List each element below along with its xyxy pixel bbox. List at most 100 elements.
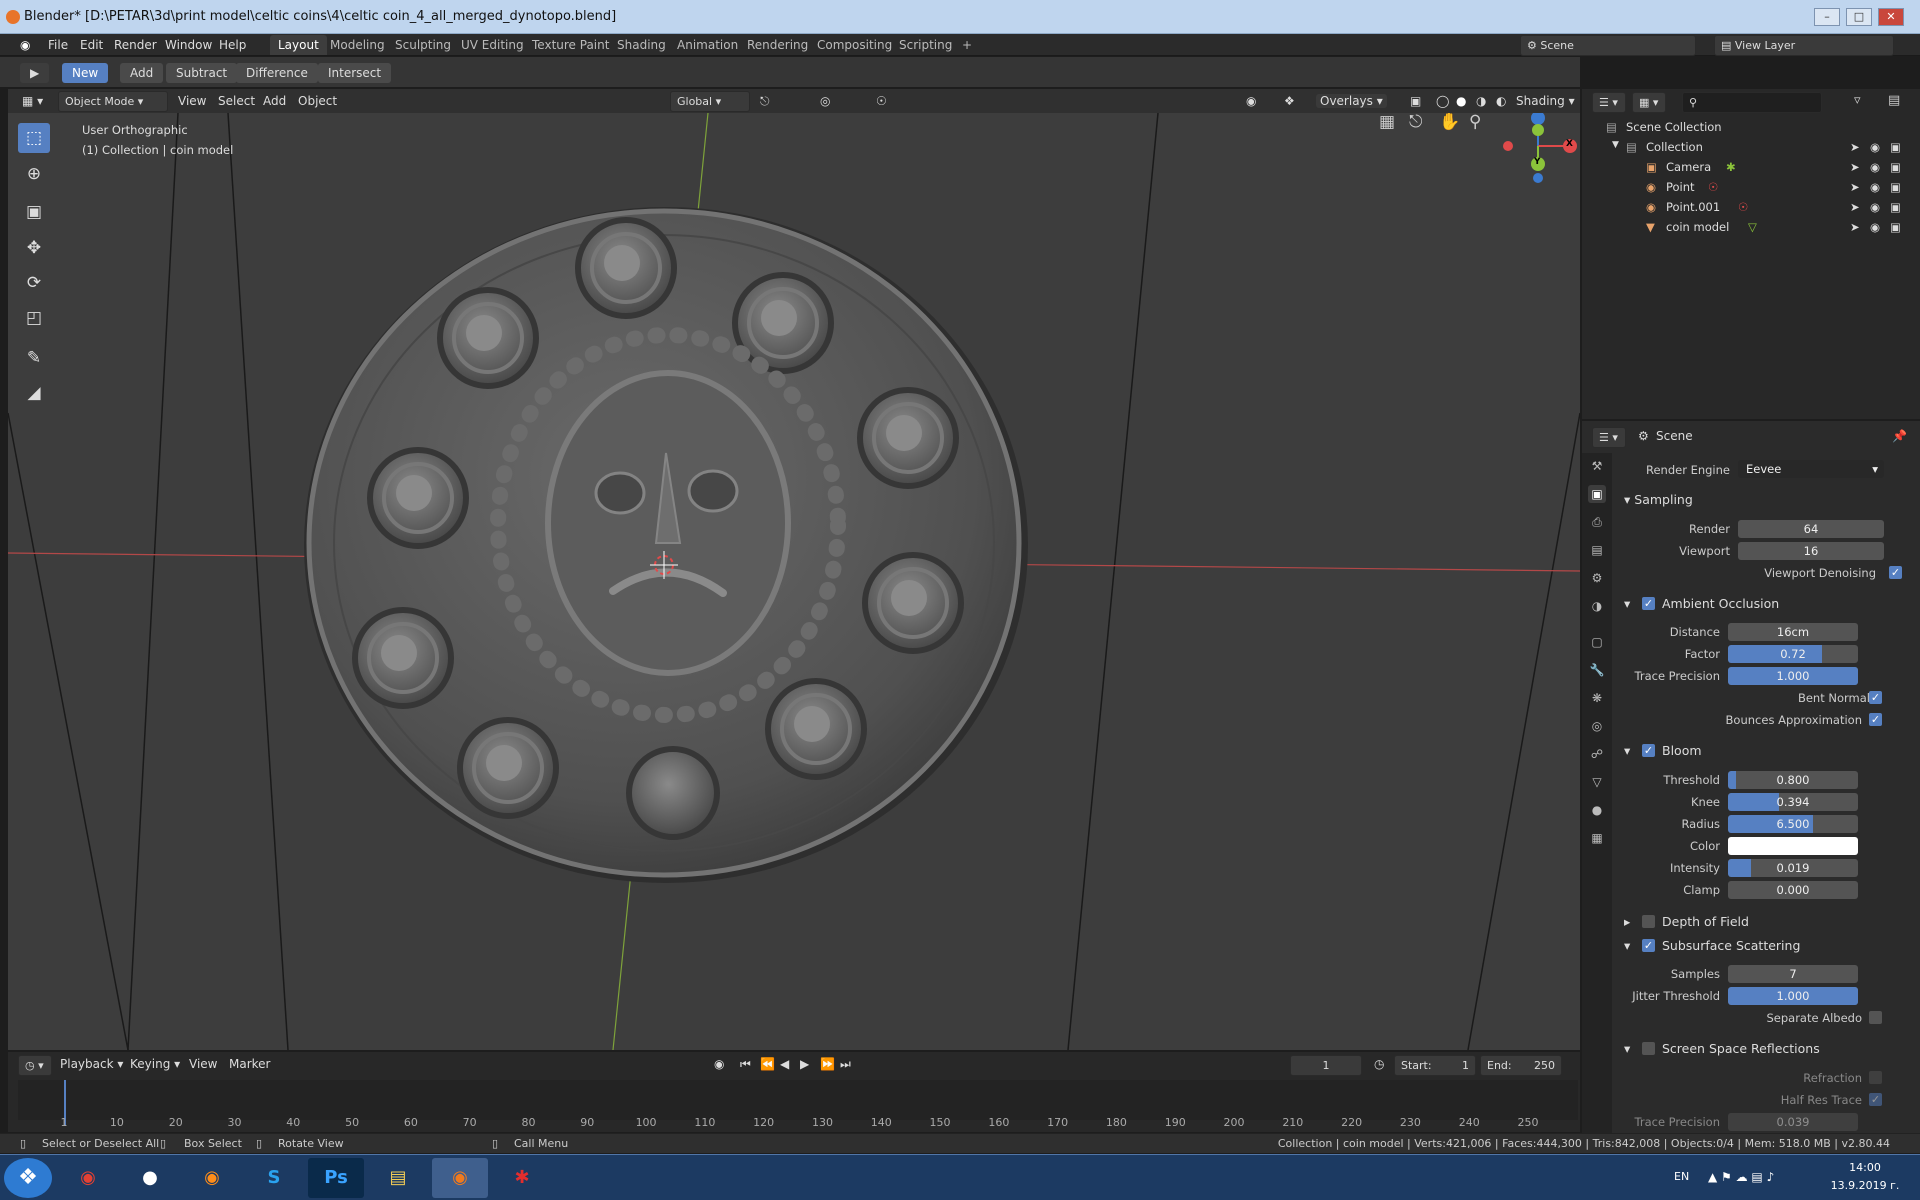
eye-icon[interactable]: ◉ bbox=[1870, 180, 1880, 194]
constraints-tab-icon[interactable]: ☍ bbox=[1588, 745, 1606, 763]
render-camera-icon[interactable]: ▣ bbox=[1890, 220, 1901, 234]
scene-selector[interactable]: ⚙ Scene bbox=[1520, 35, 1696, 56]
timeline-track[interactable] bbox=[18, 1080, 1578, 1120]
tab-rendering[interactable]: Rendering bbox=[739, 35, 816, 55]
menu-edit[interactable]: Edit bbox=[80, 38, 103, 52]
eye-icon[interactable]: ◉ bbox=[1870, 200, 1880, 214]
selectable-arrow-icon[interactable]: ➤ bbox=[1850, 160, 1860, 174]
bloom-threshold-slider[interactable]: 0.800 bbox=[1728, 771, 1858, 789]
mode-intersect-button[interactable]: Intersect bbox=[318, 63, 392, 83]
menu-object[interactable]: Object bbox=[298, 94, 337, 108]
next-keyframe-icon[interactable]: ⏩ bbox=[820, 1057, 835, 1071]
ssr-trace-precision-field[interactable]: 0.039 bbox=[1728, 1113, 1858, 1131]
current-frame-field[interactable]: 1 bbox=[1290, 1055, 1362, 1076]
transform-pivot-icon[interactable]: ☉ bbox=[876, 94, 887, 108]
dof-checkbox[interactable] bbox=[1642, 915, 1655, 928]
rotate-tool-icon[interactable]: ⟳ bbox=[18, 268, 50, 298]
new-collection-icon[interactable]: ▤ bbox=[1888, 93, 1900, 108]
timeline-editor-icon[interactable]: ◷ ▾ bbox=[18, 1055, 52, 1076]
transform-tool-icon[interactable]: ▣ bbox=[18, 197, 50, 227]
jump-start-icon[interactable]: ⏮ bbox=[740, 1057, 751, 1072]
snap-icon[interactable]: ⎋ bbox=[760, 94, 770, 109]
tab-modeling[interactable]: Modeling bbox=[322, 35, 393, 55]
bloom-panel-header[interactable]: ▾ bbox=[1624, 743, 1630, 758]
display-mode-icon[interactable]: ▦ ▾ bbox=[1632, 92, 1666, 113]
outliner-editor-icon[interactable]: ☰ ▾ bbox=[1592, 92, 1626, 113]
pin-icon[interactable]: 📌 bbox=[1892, 429, 1907, 443]
bloom-knee-slider[interactable]: 0.394 bbox=[1728, 793, 1858, 811]
active-tool-icon[interactable]: ▶ bbox=[20, 63, 50, 83]
bloom-color-swatch[interactable] bbox=[1728, 837, 1858, 855]
world-tab-icon[interactable]: ◑ bbox=[1588, 597, 1606, 615]
play-icon[interactable]: ▶ bbox=[800, 1057, 809, 1071]
render-samples-field[interactable]: 64 bbox=[1738, 520, 1884, 538]
3d-viewport[interactable]: User Orthographic (1) Collection | coin … bbox=[8, 113, 1580, 1050]
proportional-edit-icon[interactable]: ◎ bbox=[820, 94, 830, 108]
viewport-samples-field[interactable]: 16 bbox=[1738, 542, 1884, 560]
scale-tool-icon[interactable]: ◰ bbox=[18, 303, 50, 333]
bloom-checkbox[interactable]: ✓ bbox=[1642, 744, 1655, 757]
app-taskbar-icon[interactable]: ✱ bbox=[494, 1158, 550, 1198]
tab-uv-editing[interactable]: UV Editing bbox=[453, 35, 532, 55]
navigation-gizmo[interactable]: Z X Y bbox=[1494, 113, 1580, 191]
ao-factor-slider[interactable]: 0.72 bbox=[1728, 645, 1858, 663]
menu-help[interactable]: Help bbox=[219, 38, 246, 52]
overlays-dropdown[interactable]: Overlays ▾ bbox=[1316, 94, 1387, 108]
annotate-tool-icon[interactable]: ✎ bbox=[18, 343, 50, 373]
separate-albedo-checkbox[interactable] bbox=[1869, 1011, 1882, 1024]
filter-icon[interactable]: ▿ bbox=[1854, 93, 1861, 108]
photoshop-icon[interactable]: Ps bbox=[308, 1158, 364, 1198]
dof-panel-header[interactable]: ▸ bbox=[1624, 914, 1630, 929]
ambient-occlusion-panel-header[interactable]: ▾ bbox=[1624, 596, 1630, 611]
tab-layout[interactable]: Layout bbox=[270, 35, 327, 55]
selectable-arrow-icon[interactable]: ➤ bbox=[1850, 200, 1860, 214]
add-workspace-button[interactable]: + bbox=[954, 35, 980, 55]
select-box-tool-icon[interactable]: ⬚ bbox=[18, 123, 50, 153]
camera-view-icon[interactable]: ⎋ bbox=[1409, 113, 1422, 132]
tab-compositing[interactable]: Compositing bbox=[809, 35, 900, 55]
outliner-collection[interactable]: ▼ ▤ Collection ➤ ◉ ▣ bbox=[1582, 137, 1920, 157]
gizmo-toggle-icon[interactable]: ❖ bbox=[1284, 94, 1295, 108]
object-mode-dropdown[interactable]: Object Mode ▾ bbox=[58, 91, 168, 112]
modifier-tab-icon[interactable]: 🔧 bbox=[1588, 661, 1606, 679]
end-frame-field[interactable]: End: 250 bbox=[1480, 1055, 1562, 1076]
play-reverse-icon[interactable]: ◀ bbox=[780, 1057, 789, 1071]
eye-icon[interactable]: ◉ bbox=[1870, 160, 1880, 174]
orientation-dropdown[interactable]: Global ▾ bbox=[670, 91, 750, 112]
xray-toggle-icon[interactable]: ▣ bbox=[1410, 94, 1421, 108]
tab-shading[interactable]: Shading bbox=[609, 35, 674, 55]
selectable-arrow-icon[interactable]: ➤ bbox=[1850, 140, 1860, 154]
outliner-search-input[interactable]: ⚲ bbox=[1682, 92, 1822, 113]
menu-add[interactable]: Add bbox=[263, 94, 286, 108]
bloom-intensity-slider[interactable]: 0.019 bbox=[1728, 859, 1858, 877]
menu-file[interactable]: File bbox=[48, 38, 68, 52]
mode-new-button[interactable]: New bbox=[62, 63, 109, 83]
view-layer-selector[interactable]: ▤ View Layer bbox=[1714, 35, 1894, 56]
particles-tab-icon[interactable]: ❋ bbox=[1588, 689, 1606, 707]
half-res-trace-checkbox[interactable]: ✓ bbox=[1869, 1093, 1882, 1106]
ao-distance-field[interactable]: 16cm bbox=[1728, 623, 1858, 641]
chrome-icon[interactable]: ◉ bbox=[60, 1158, 116, 1198]
keying-menu[interactable]: Keying ▾ bbox=[130, 1057, 180, 1071]
menu-view[interactable]: View bbox=[178, 94, 206, 108]
jump-end-icon[interactable]: ⏭ bbox=[840, 1057, 851, 1072]
texture-tab-icon[interactable]: ▦ bbox=[1588, 829, 1606, 847]
coin-model[interactable] bbox=[304, 207, 1028, 883]
menu-window[interactable]: Window bbox=[165, 38, 212, 52]
outliner-item-point[interactable]: ◉ Point ☉ ➤ ◉ ▣ bbox=[1582, 177, 1920, 197]
ao-trace-precision-slider[interactable]: 1.000 bbox=[1728, 667, 1858, 685]
minimize-button[interactable]: – bbox=[1814, 8, 1840, 26]
bloom-clamp-field[interactable]: 0.000 bbox=[1728, 881, 1858, 899]
scene-tab-icon[interactable]: ⚙ bbox=[1588, 569, 1606, 587]
bloom-radius-slider[interactable]: 6.500 bbox=[1728, 815, 1858, 833]
sampling-panel-header[interactable]: ▾ Sampling bbox=[1624, 492, 1693, 507]
tab-animation[interactable]: Animation bbox=[669, 35, 746, 55]
pan-hand-icon[interactable]: ✋ bbox=[1439, 113, 1460, 132]
refraction-checkbox[interactable] bbox=[1869, 1071, 1882, 1084]
cursor-tool-icon[interactable]: ⊕ bbox=[18, 159, 50, 189]
shading-dropdown[interactable]: Shading ▾ bbox=[1516, 94, 1575, 108]
eye-icon[interactable]: ◉ bbox=[1870, 140, 1880, 154]
outliner-item-camera[interactable]: ▣ Camera ✱ ➤ ◉ ▣ bbox=[1582, 157, 1920, 177]
output-tab-icon[interactable]: ⎙ bbox=[1588, 513, 1606, 531]
render-engine-dropdown[interactable]: Eevee ▾ bbox=[1738, 460, 1884, 478]
